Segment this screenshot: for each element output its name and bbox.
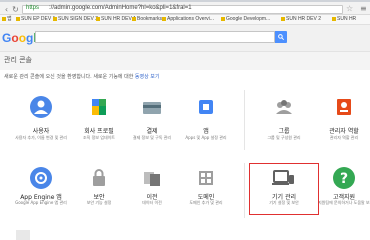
google-header: Google <box>0 25 370 52</box>
divider <box>244 163 245 218</box>
tile-description: 데이터 이전 <box>142 200 162 205</box>
tile-billing[interactable]: 결제 결제 정보 및 구독 관리 <box>126 96 178 151</box>
bookmark-item[interactable]: SUN HR DEV 2 <box>281 15 321 24</box>
tile-admin-roles[interactable]: 관리자 역할 관리자 역할 관리 <box>318 96 370 151</box>
tile-description: 도메인 추가 및 관리 <box>189 200 223 205</box>
url-input[interactable]: https ://admin.google.com/AdminHome?hl=k… <box>22 5 343 14</box>
security-icon <box>88 167 110 189</box>
company-profile-icon <box>88 96 110 118</box>
bookmark-icon <box>162 16 166 21</box>
highlight-box <box>249 163 319 215</box>
groups-icon <box>273 96 295 118</box>
bookmark-star-icon[interactable]: ☆ <box>346 4 353 13</box>
bookmark-item[interactable]: Bookmarks <box>132 15 162 24</box>
bookmark-icon <box>281 16 285 21</box>
reload-icon[interactable]: ↻ <box>11 5 20 14</box>
browser-menu-icon[interactable]: ≡ <box>360 4 367 13</box>
users-icon <box>30 96 52 118</box>
video-link[interactable]: 동영상 보기 <box>135 74 160 80</box>
tile-app-engine[interactable]: App Engine 앱 Google App Engine 앱 관리 <box>10 167 72 217</box>
bookmark-icon <box>96 16 100 21</box>
tile-description: 조직 정보 업데이트 <box>83 135 115 140</box>
tile-apps[interactable]: 앱 Apps 및 App 설정 관리 <box>180 96 232 151</box>
bookmark-icon <box>221 16 225 21</box>
tile-label: 그룹 <box>278 128 290 135</box>
bookmark-item[interactable]: SUN HR DEV 1 <box>96 15 136 24</box>
divider <box>244 90 245 150</box>
bookmark-item[interactable]: SUN HR <box>332 15 356 24</box>
admin-roles-icon <box>333 96 355 118</box>
tile-description: 지원팀에 문의하거나 도움말 보기 <box>318 200 370 205</box>
app-engine-icon <box>30 167 52 189</box>
tile-security[interactable]: 보안 보안 기능 설정 <box>73 167 125 217</box>
svg-text:?: ? <box>340 171 348 187</box>
page-banner <box>0 52 370 70</box>
search-button[interactable] <box>275 31 287 43</box>
tile-description: 결제 정보 및 구독 관리 <box>132 135 172 140</box>
bookmark-icon <box>2 16 6 21</box>
tile-description: 보안 기능 설정 <box>86 200 112 205</box>
tile-description: 사용자 추가, 이름 변경 및 관리 <box>15 135 67 140</box>
migration-icon <box>141 167 163 189</box>
domains-icon <box>195 167 217 189</box>
tile-label: 회사 프로필 <box>84 128 114 135</box>
bookmark-item[interactable]: 앱 <box>2 15 12 24</box>
support-icon: ? <box>333 167 355 189</box>
tile-description: Apps 및 App 설정 관리 <box>185 135 227 140</box>
url-scheme: https <box>26 5 40 11</box>
tile-description: 그룹 및 구성원 관리 <box>267 135 301 140</box>
bookmark-item[interactable]: Applications Overvi... <box>162 15 214 24</box>
search-icon <box>278 34 284 40</box>
bookmark-item[interactable]: Google Developm... <box>221 15 270 24</box>
tile-groups[interactable]: 그룹 그룹 및 구성원 관리 <box>258 96 310 151</box>
bookmark-icon <box>53 16 57 21</box>
bookmark-icon <box>332 16 336 21</box>
tile-company-profile[interactable]: 회사 프로필 조직 정보 업데이트 <box>73 96 125 151</box>
tile-label: 결제 <box>146 128 158 135</box>
tile-label: 사용자 <box>32 128 50 135</box>
tile-label: 관리자 역할 <box>329 128 359 135</box>
bookmark-icon <box>16 16 20 21</box>
welcome-text: 새로운 관리 콘솔에 오신 것을 환영합니다. 새로운 기능에 대한 동영상 보… <box>4 74 160 80</box>
tile-users[interactable]: 사용자 사용자 추가, 이름 변경 및 관리 <box>15 96 67 151</box>
bookmark-item[interactable]: SUN SIGN DEV 2 <box>53 15 98 24</box>
tile-migration[interactable]: 이전 데이터 이전 <box>126 167 178 217</box>
billing-icon <box>141 98 163 118</box>
back-icon[interactable]: ‹ <box>2 5 11 14</box>
search-input[interactable] <box>35 31 275 43</box>
page-title: 관리 콘솔 <box>4 56 32 64</box>
bookmarks-bar: 앱 SUN EP DEV 1 SUN SIGN DEV 2 SUN HR DEV… <box>0 15 370 25</box>
apps-icon <box>195 96 217 118</box>
tile-label: 앱 <box>203 128 209 135</box>
tile-support[interactable]: ? 고객지원 지원팀에 문의하거나 도움말 보기 <box>318 167 370 217</box>
bookmark-icon <box>132 16 136 21</box>
tile-description: 관리자 역할 관리 <box>329 135 359 140</box>
address-bar: ‹ ↻ https ://admin.google.com/AdminHome?… <box>0 2 370 15</box>
url-text: ://admin.google.com/AdminHome?hl=ko&pli=… <box>49 5 192 11</box>
tile-icon-partial <box>16 230 30 240</box>
bookmark-item[interactable]: SUN EP DEV 1 <box>16 15 55 24</box>
tile-description: Google App Engine 앱 관리 <box>15 200 67 205</box>
tile-domains[interactable]: 도메인 도메인 추가 및 관리 <box>180 167 232 217</box>
